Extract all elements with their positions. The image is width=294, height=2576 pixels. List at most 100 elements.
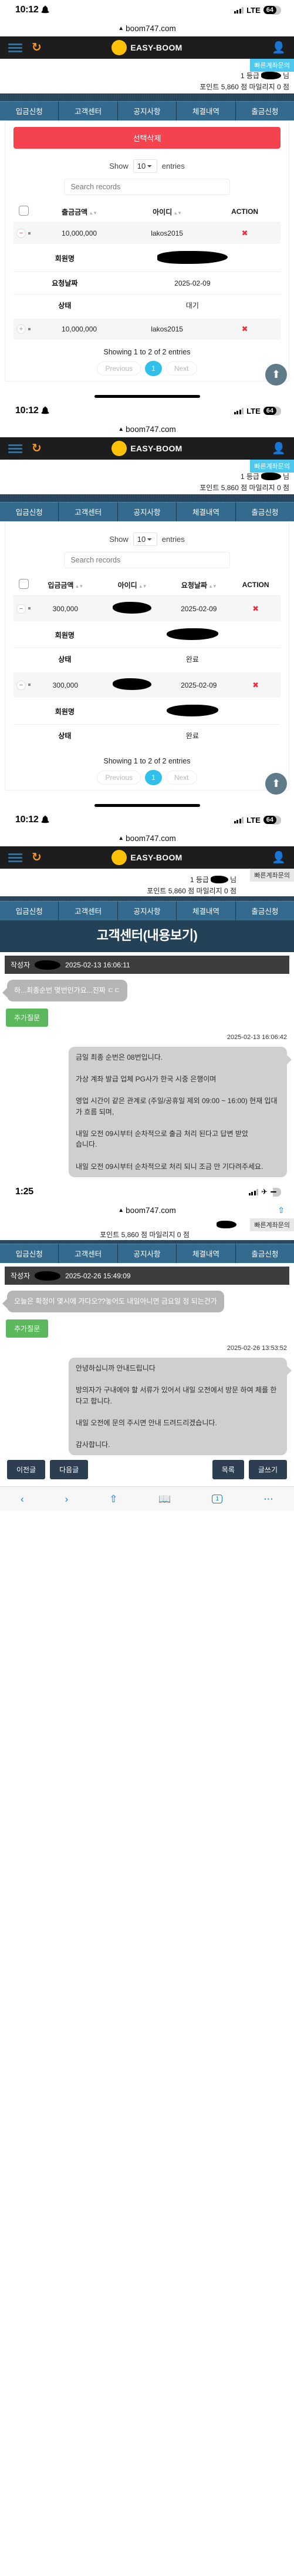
tab-deposit-request[interactable]: 입금신청 xyxy=(0,901,59,920)
tab-notice[interactable]: 공지사항 xyxy=(117,101,177,120)
select-all-checkbox[interactable] xyxy=(18,579,29,589)
tab-withdraw-request[interactable]: 출금신청 xyxy=(235,502,294,521)
browser-url-bar[interactable]: ▲ boom747.com xyxy=(0,830,294,846)
nav-bar: 입금신청 고객센터 공지사항 체결내역 출금신청 xyxy=(0,1240,294,1264)
table-row[interactable]: − 300,000 2025-02-09 ✖ xyxy=(13,672,281,698)
tab-withdraw-request[interactable]: 출금신청 xyxy=(235,901,294,920)
search-input[interactable] xyxy=(64,552,230,568)
list-button[interactable]: 목록 xyxy=(212,1460,244,1480)
thread-action-buttons: 이전글 다음글 목록 글쓰기 xyxy=(5,1455,289,1482)
cell-action[interactable]: ✖ xyxy=(231,672,281,698)
tab-notice[interactable]: 공지사항 xyxy=(117,502,177,521)
hamburger-icon[interactable] xyxy=(8,43,22,52)
tab-customer-center[interactable]: 고객센터 xyxy=(59,1244,118,1264)
row-expander-cell[interactable]: − xyxy=(13,672,33,698)
forward-icon[interactable]: › xyxy=(65,1493,69,1505)
back-icon[interactable]: ‹ xyxy=(21,1493,24,1505)
tab-trade-history[interactable]: 체결내역 xyxy=(177,1244,236,1264)
collapse-icon[interactable]: − xyxy=(16,604,26,614)
write-button[interactable]: 글쓰기 xyxy=(248,1460,287,1480)
delete-row-icon[interactable]: ✖ xyxy=(242,229,248,237)
table-row[interactable]: + 10,000,000 lakos2015 ✖ xyxy=(13,319,281,340)
scroll-to-top-button[interactable]: ⬆ xyxy=(265,364,287,386)
pagination: Previous 1 Next xyxy=(13,770,281,785)
col-user-id[interactable]: 아이디 ▲▼ xyxy=(97,577,167,596)
collapse-icon[interactable]: − xyxy=(16,229,26,238)
row-expander-cell[interactable]: − xyxy=(13,222,33,244)
user-icon[interactable]: 👤 xyxy=(272,850,286,865)
tab-trade-history[interactable]: 체결내역 xyxy=(177,502,236,521)
quick-account-inquiry-button[interactable]: 빠른계좌문의 xyxy=(250,460,294,473)
cell-action[interactable]: ✖ xyxy=(231,595,281,621)
status-bar-right: LTE 64 xyxy=(234,407,283,416)
delete-row-icon[interactable]: ✖ xyxy=(242,324,248,333)
row-expander-cell[interactable]: + xyxy=(13,319,33,340)
nav-tabs: 입금신청 고객센터 공지사항 체결내역 출금신청 xyxy=(0,101,294,120)
col-user-id[interactable]: 아이디 ▲▼ xyxy=(125,203,209,223)
user-icon[interactable]: 👤 xyxy=(272,441,286,455)
share-icon[interactable]: ⇧ xyxy=(109,1493,117,1505)
col-withdraw-amount[interactable]: 출금금액 ▲▼ xyxy=(33,203,126,223)
quick-account-inquiry-button[interactable]: 빠른계좌문의 xyxy=(250,869,294,882)
status-bar: 10:12 LTE 64 xyxy=(0,0,294,20)
table-row[interactable]: − 10,000,000 lakos2015 ✖ xyxy=(13,222,281,244)
tab-notice[interactable]: 공지사항 xyxy=(117,901,177,920)
cell-action[interactable]: ✖ xyxy=(209,222,281,244)
add-question-button[interactable]: 추가질문 xyxy=(6,1008,49,1027)
add-question-button[interactable]: 추가질문 xyxy=(6,1319,49,1338)
tab-customer-center[interactable]: 고객센터 xyxy=(59,901,118,920)
browser-url-bar[interactable]: ▲ boom747.com xyxy=(0,421,294,437)
delete-selected-button[interactable]: 선택삭제 xyxy=(13,127,281,149)
tab-trade-history[interactable]: 체결내역 xyxy=(177,901,236,920)
user-icon[interactable]: 👤 xyxy=(272,41,286,55)
hamburger-icon[interactable] xyxy=(8,853,22,862)
tabs-icon[interactable]: 1 xyxy=(212,1495,223,1504)
next-post-button[interactable]: 다음글 xyxy=(50,1460,89,1480)
bookmarks-icon[interactable]: 📖 xyxy=(158,1493,171,1505)
delete-row-icon[interactable]: ✖ xyxy=(252,681,259,689)
refresh-icon[interactable]: ↻ xyxy=(32,42,42,53)
detail-row: 회원명 xyxy=(13,622,281,648)
tab-withdraw-request[interactable]: 출금신청 xyxy=(235,101,294,120)
row-expander-cell[interactable]: − xyxy=(13,595,33,621)
entries-select[interactable]: 10 xyxy=(133,532,157,546)
tab-deposit-request[interactable]: 입금신청 xyxy=(0,1244,59,1264)
tab-customer-center[interactable]: 고객센터 xyxy=(59,502,118,521)
tab-trade-history[interactable]: 체결내역 xyxy=(177,101,236,120)
select-all-checkbox[interactable] xyxy=(18,206,29,216)
expand-icon[interactable]: + xyxy=(16,324,26,334)
status-bar-left: 10:12 xyxy=(15,815,48,825)
pagination-page-1[interactable]: 1 xyxy=(145,361,162,376)
share-icon[interactable]: ⇧ xyxy=(278,1205,285,1215)
col-label: 요청날짜 xyxy=(181,581,207,589)
tab-deposit-request[interactable]: 입금신청 xyxy=(0,502,59,521)
pagination-next[interactable]: Next xyxy=(165,361,197,376)
browser-url-bar[interactable]: ▲ boom747.com xyxy=(0,20,294,36)
previous-post-button[interactable]: 이전글 xyxy=(7,1460,46,1480)
col-request-date[interactable]: 요청날짜 ▲▼ xyxy=(167,577,231,596)
cell-action[interactable]: ✖ xyxy=(209,319,281,340)
refresh-icon[interactable]: ↻ xyxy=(32,852,42,863)
delete-row-icon[interactable]: ✖ xyxy=(252,604,259,613)
entries-select[interactable]: 10 xyxy=(133,159,157,173)
pagination-next[interactable]: Next xyxy=(165,771,197,785)
hamburger-icon[interactable] xyxy=(8,444,22,453)
tab-withdraw-request[interactable]: 출금신청 xyxy=(235,1244,294,1264)
col-deposit-amount[interactable]: 입금금액 ▲▼ xyxy=(33,577,97,596)
table-row[interactable]: − 300,000 2025-02-09 ✖ xyxy=(13,595,281,621)
pagination-page-1[interactable]: 1 xyxy=(145,770,162,785)
more-icon[interactable]: ⋯ xyxy=(263,1493,273,1505)
refresh-icon[interactable]: ↻ xyxy=(32,443,42,454)
tab-notice[interactable]: 공지사항 xyxy=(117,1244,177,1264)
collapse-icon[interactable]: − xyxy=(16,680,26,690)
pagination-previous[interactable]: Previous xyxy=(97,771,141,785)
tab-deposit-request[interactable]: 입금신청 xyxy=(0,101,59,120)
battery-level: 64 xyxy=(263,6,283,14)
tab-customer-center[interactable]: 고객센터 xyxy=(59,101,118,120)
scroll-to-top-button[interactable]: ⬆ xyxy=(265,773,287,795)
search-input[interactable] xyxy=(64,179,230,195)
quick-account-inquiry-button[interactable]: 빠른계좌문의 xyxy=(250,1218,294,1232)
pagination-previous[interactable]: Previous xyxy=(97,361,141,376)
quick-account-inquiry-button[interactable]: 빠른계좌문의 xyxy=(250,59,294,72)
browser-url-bar[interactable]: ▲ boom747.com ⇧ xyxy=(0,1202,294,1219)
